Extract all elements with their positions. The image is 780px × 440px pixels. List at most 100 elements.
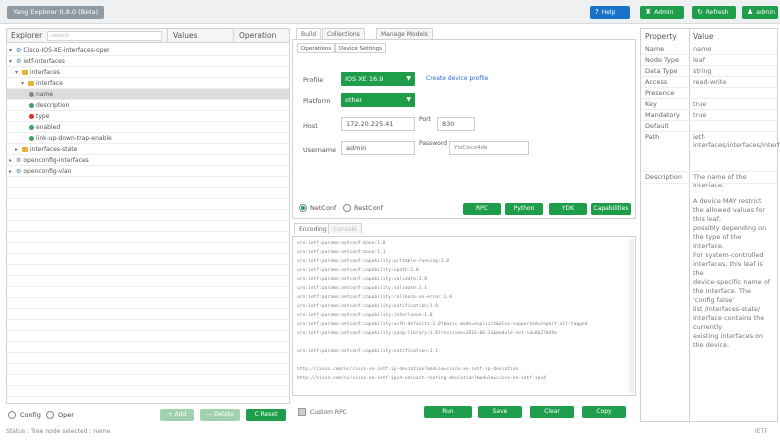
- port-input[interactable]: 830: [437, 117, 475, 131]
- row-divider: [641, 109, 777, 110]
- tree-node-label: interfaces: [30, 69, 60, 76]
- property-name: Node Type: [645, 56, 679, 64]
- code-line: http://cisco.com/ns/cisco-xe-ietf-ip-dev…: [297, 367, 519, 372]
- username-input[interactable]: admin: [341, 141, 415, 155]
- description-line: possibly depending on: [693, 224, 767, 232]
- code-editor[interactable]: urn:ietf:params:netconf:base:1.0 urn:ietf…: [292, 236, 636, 396]
- row-divider: [7, 319, 289, 320]
- code-line: urn:ietf:params:netconf:capability:with-…: [297, 322, 588, 327]
- property-name: Default: [645, 122, 669, 130]
- help-label: Help: [601, 9, 616, 16]
- explorer-column-header: Explorer: [11, 31, 43, 40]
- row-divider: [7, 165, 289, 166]
- profile-select[interactable]: IOS XE 16.9 ▼: [341, 72, 415, 86]
- tab-collections[interactable]: Collections: [322, 28, 365, 39]
- host-input[interactable]: 172.20.225.41: [341, 117, 415, 131]
- row-divider: [7, 187, 289, 188]
- reset-button[interactable]: C Reset: [246, 409, 286, 421]
- capabilities-button[interactable]: Capabilities: [591, 203, 631, 215]
- chevron-down-icon: ▼: [406, 75, 411, 82]
- tab-encoding[interactable]: Encoding: [294, 223, 332, 234]
- description-line: the allowed values for: [693, 206, 765, 214]
- tab-operations[interactable]: Operations: [297, 43, 336, 53]
- restconf-radio[interactable]: [343, 204, 351, 212]
- password-label: Password: [419, 140, 448, 147]
- operation-column-header: Operation: [239, 31, 277, 40]
- row-divider: [7, 341, 289, 342]
- row-divider: [7, 154, 289, 155]
- config-radio[interactable]: [8, 411, 16, 419]
- leaf-icon: [29, 125, 34, 130]
- property-panel: Property Value Name name Node Type leaf Data…: [640, 28, 780, 423]
- netconf-radio[interactable]: [299, 204, 307, 212]
- rpc-button[interactable]: RPC: [463, 203, 501, 215]
- row-divider: [7, 286, 289, 287]
- copy-button[interactable]: Copy: [582, 406, 626, 418]
- row-divider: [7, 374, 289, 375]
- values-column-header: Values: [173, 31, 198, 40]
- row-divider: [641, 76, 777, 77]
- clear-button[interactable]: Clear: [530, 406, 574, 418]
- help-icon: ?: [595, 8, 599, 16]
- refresh-button[interactable]: ↻ Refresh: [692, 6, 736, 19]
- tab-build[interactable]: Build: [296, 28, 322, 39]
- description-line: this leaf,: [693, 215, 722, 223]
- platform-value: other: [345, 96, 363, 104]
- row-divider: [7, 55, 289, 56]
- explorer-panel: Explorer search Values Operation ▾ ⚙ Cisco…: [6, 28, 290, 404]
- user-label: admin: [756, 9, 776, 16]
- scrollbar[interactable]: [629, 239, 634, 393]
- delete-button[interactable]: — Delete: [200, 409, 240, 421]
- admin-button[interactable]: ♜ Admin: [640, 6, 684, 19]
- refresh-icon: ↻: [697, 8, 703, 16]
- row-divider: [7, 176, 289, 177]
- admin-label: Admin: [654, 9, 674, 16]
- property-value: true: [693, 100, 707, 108]
- row-divider: [7, 253, 289, 254]
- custom-rpc-checkbox[interactable]: [298, 408, 306, 416]
- row-divider: [7, 77, 289, 78]
- ydk-button[interactable]: YDK: [549, 203, 587, 215]
- tab-manage-models[interactable]: Manage Models: [376, 28, 433, 39]
- row-divider: [7, 308, 289, 309]
- property-name: Data Type: [645, 67, 678, 75]
- tree-node-label: openconfig-vlan: [23, 168, 72, 175]
- leaf-icon: [29, 103, 34, 108]
- property-value: The name of the interface.: [693, 173, 747, 189]
- python-button[interactable]: Python: [505, 203, 543, 215]
- tree-node-label: name: [36, 91, 54, 98]
- tab-console[interactable]: Console: [328, 223, 362, 234]
- search-input[interactable]: search: [47, 31, 162, 41]
- row-divider: [641, 120, 777, 121]
- row-divider: [7, 99, 289, 100]
- status-right: IETF: [755, 428, 768, 435]
- column-divider: [689, 29, 690, 423]
- user-button[interactable]: ♟ admin: [742, 6, 778, 19]
- code-line: urn:ietf:params:netconf:capability:notif…: [297, 304, 439, 309]
- help-button[interactable]: ? Help: [590, 6, 630, 19]
- save-button[interactable]: Save: [478, 406, 522, 418]
- code-line: urn:ietf:params:netconf:capability:valid…: [297, 277, 427, 282]
- password-input[interactable]: YtzCisco4de: [449, 141, 529, 155]
- radio-circle: [343, 204, 351, 212]
- tab-device-settings[interactable]: Device Settings: [335, 43, 387, 53]
- run-button[interactable]: Run: [424, 406, 472, 418]
- tree-node-label: ietf-interfaces: [23, 58, 65, 65]
- folder-icon: [28, 81, 34, 86]
- oper-radio[interactable]: [46, 411, 54, 419]
- add-button[interactable]: + Add: [160, 409, 194, 421]
- user-icon: ♟: [747, 8, 754, 16]
- description-line: For system-controlled: [693, 251, 764, 259]
- create-profile-link[interactable]: Create device profile: [426, 75, 488, 82]
- tree-node-label: link-up-down-trap-enable: [36, 135, 112, 142]
- platform-select[interactable]: other ▼: [341, 93, 415, 107]
- description-line: 'config false': [693, 296, 734, 304]
- center-panel: Build Collections Manage Models Operatio…: [292, 28, 636, 422]
- status-bar: Status : Tree node selected : name: [6, 428, 111, 435]
- column-divider: [233, 29, 234, 43]
